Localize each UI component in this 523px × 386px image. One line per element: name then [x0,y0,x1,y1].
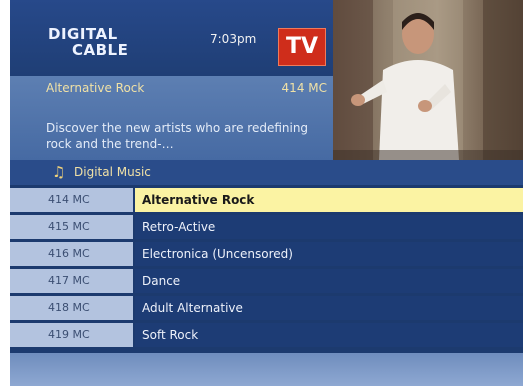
header-top-panel: DIGITAL CABLE 7:03pm TV [10,0,333,76]
program-description: Discover the new artists who are redefin… [46,121,309,151]
program-title: Alternative Rock [46,81,145,95]
channel-row[interactable]: 417 MC Dance [10,269,523,293]
guide-screen: DIGITAL CABLE 7:03pm TV Alternative Rock… [10,0,523,386]
digital-cable-logo: DIGITAL CABLE [48,26,158,58]
channel-row[interactable]: 419 MC Soft Rock [10,323,523,347]
logo-line-2: CABLE [72,41,129,59]
channel-row[interactable]: 418 MC Adult Alternative [10,296,523,320]
channel-name: Electronica (Uncensored) [135,242,523,266]
guide-header: DIGITAL CABLE 7:03pm TV Alternative Rock… [10,0,523,160]
channel-name: Soft Rock [135,323,523,347]
section-label: Digital Music [74,165,151,179]
current-time: 7:03pm [210,32,257,46]
channel-number: 417 MC [10,269,133,293]
channel-number: 419 MC [10,323,133,347]
video-preview [333,0,523,160]
channel-name: Dance [135,269,523,293]
section-bar: ♫ Digital Music [10,160,523,185]
channel-row[interactable]: 416 MC Electronica (Uncensored) [10,242,523,266]
channel-number: 415 MC [10,215,133,239]
tv-badge-icon: TV [278,28,326,66]
guide-footer [10,353,523,386]
video-preview-image [333,0,523,160]
channel-name: Adult Alternative [135,296,523,320]
channel-number: 418 MC [10,296,133,320]
channel-row[interactable]: 415 MC Retro-Active [10,215,523,239]
channel-number: 414 MC [10,188,133,212]
channel-row[interactable]: 414 MC Alternative Rock [10,188,523,212]
channel-number: 416 MC [10,242,133,266]
program-info-panel: Alternative Rock 414 MC Discover the new… [10,76,333,160]
channel-name: Alternative Rock [135,188,523,212]
music-note-icon: ♫ [52,163,66,181]
logo-line-1: DIGITAL [48,25,118,43]
channel-name: Retro-Active [135,215,523,239]
program-channel: 414 MC [281,81,327,95]
